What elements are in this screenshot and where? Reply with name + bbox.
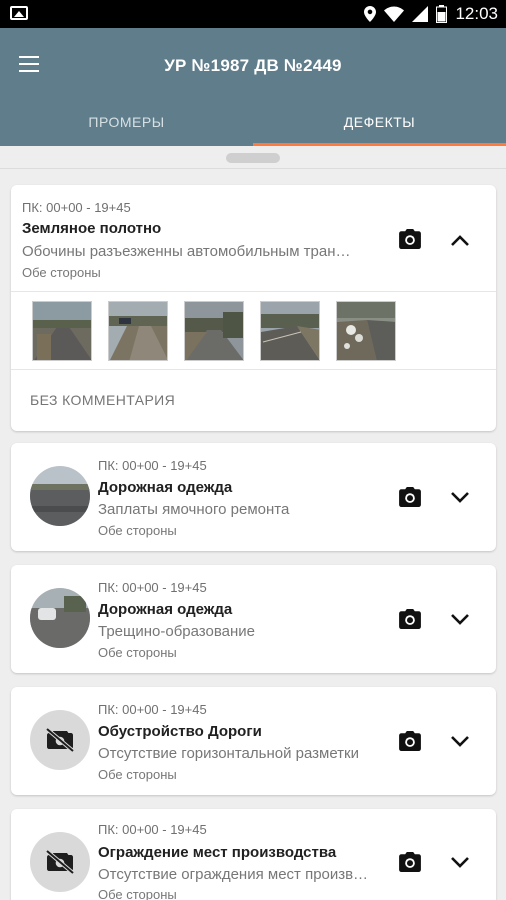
defect-pk: ПК: 00+00 - 19+45	[98, 702, 207, 717]
camera-icon[interactable]	[399, 487, 421, 507]
defect-description: Отсутствие ограждения мест производства …	[98, 866, 368, 883]
defect-card[interactable]: ПК: 00+00 - 19+45 Земляное полотно Обочи…	[11, 185, 496, 431]
defect-pk: ПК: 00+00 - 19+45	[98, 458, 207, 473]
divider	[0, 168, 506, 169]
tab-defects[interactable]: ДЕФЕКТЫ	[253, 100, 506, 146]
app-bar: УР №1987 ДВ №2449 ПРОМЕРЫ ДЕФЕКТЫ	[0, 28, 506, 146]
defect-side: Обе стороны	[98, 645, 177, 660]
photo-thumbnail[interactable]	[184, 301, 244, 361]
defect-side: Обе стороны	[22, 265, 101, 280]
chevron-down-icon[interactable]	[450, 491, 470, 505]
tab-measurements[interactable]: ПРОМЕРЫ	[0, 100, 253, 146]
location-icon	[364, 6, 377, 22]
defect-card[interactable]: ПК: 00+00 - 19+45 Обустройство Дороги От…	[11, 687, 496, 795]
chevron-up-icon[interactable]	[450, 233, 470, 247]
defect-category: Дорожная одежда	[98, 601, 233, 618]
photo-thumbnail[interactable]	[336, 301, 396, 361]
no-photo-icon	[30, 832, 90, 892]
tab-bar: ПРОМЕРЫ ДЕФЕКТЫ	[0, 100, 506, 146]
chevron-down-icon[interactable]	[450, 735, 470, 749]
defect-category: Земляное полотно	[22, 220, 162, 237]
defect-side: Обе стороны	[98, 887, 177, 900]
defect-pk: ПК: 00+00 - 19+45	[98, 822, 207, 837]
defect-description: Заплаты ямочного ремонта	[98, 501, 290, 518]
camera-icon[interactable]	[399, 731, 421, 751]
gallery-notification-icon	[10, 6, 28, 20]
drag-handle[interactable]	[226, 153, 280, 163]
defect-side: Обе стороны	[98, 523, 177, 538]
battery-icon	[436, 5, 448, 23]
defect-photo-avatar	[30, 466, 90, 526]
defect-category: Ограждение мест производства	[98, 844, 337, 861]
defect-card[interactable]: ПК: 00+00 - 19+45 Дорожная одежда Трещин…	[11, 565, 496, 673]
defect-pk: ПК: 00+00 - 19+45	[22, 200, 131, 215]
camera-icon[interactable]	[399, 852, 421, 872]
defect-category: Дорожная одежда	[98, 479, 233, 496]
camera-icon[interactable]	[399, 609, 421, 629]
defect-card[interactable]: ПК: 00+00 - 19+45 Ограждение мест произв…	[11, 809, 496, 900]
page-title: УР №1987 ДВ №2449	[164, 56, 342, 75]
defect-pk: ПК: 00+00 - 19+45	[98, 580, 207, 595]
photo-thumbnail[interactable]	[260, 301, 320, 361]
defect-description: Отсутствие горизонтальной разметки	[98, 745, 359, 762]
signal-icon	[412, 6, 429, 22]
defect-photo-avatar	[30, 588, 90, 648]
defect-side: Обе стороны	[98, 767, 177, 782]
no-photo-icon	[30, 710, 90, 770]
status-icons: 12:03	[364, 4, 498, 24]
clock: 12:03	[455, 4, 498, 23]
comment-text: БЕЗ КОММЕНТАРИЯ	[30, 392, 176, 408]
defect-card[interactable]: ПК: 00+00 - 19+45 Дорожная одежда Заплат…	[11, 443, 496, 551]
comment-section: БЕЗ КОММЕНТАРИЯ	[11, 369, 496, 431]
status-bar: 12:03	[0, 0, 506, 28]
photo-thumbnail[interactable]	[32, 301, 92, 361]
defect-description: Трещино-образование	[98, 623, 255, 640]
camera-icon[interactable]	[399, 229, 421, 249]
photo-strip	[11, 291, 496, 369]
photo-thumbnail[interactable]	[108, 301, 168, 361]
defect-description: Обочины разъезженны автомобильным трансп…	[22, 243, 358, 260]
wifi-icon	[384, 6, 405, 22]
defect-category: Обустройство Дороги	[98, 723, 262, 740]
chevron-down-icon[interactable]	[450, 613, 470, 627]
chevron-down-icon[interactable]	[450, 856, 470, 870]
